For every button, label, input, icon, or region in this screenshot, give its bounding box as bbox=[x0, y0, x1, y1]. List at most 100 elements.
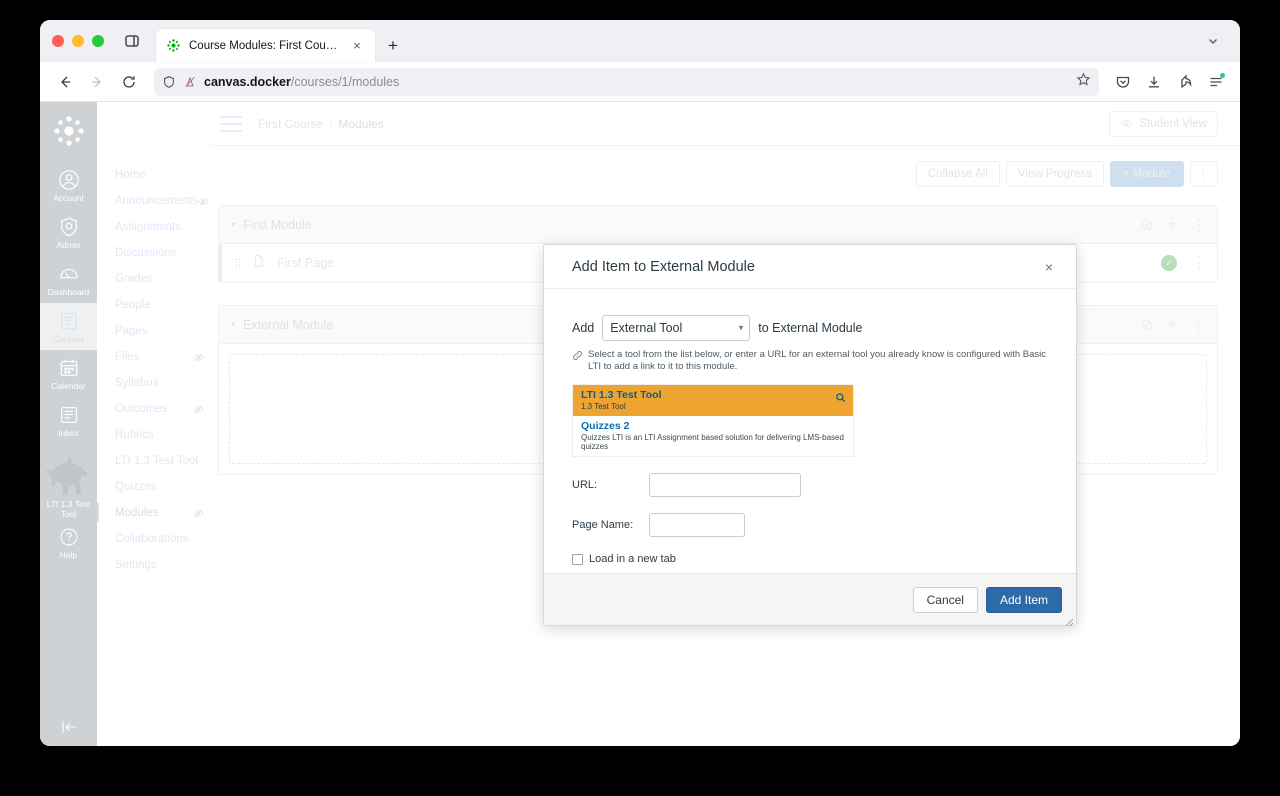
course-nav-item-lti-test-tool[interactable]: LTI 1.3 Test Tool bbox=[115, 448, 210, 474]
main-content: First Course › Modules Student View Coll… bbox=[210, 102, 1240, 746]
no-script-icon[interactable] bbox=[183, 75, 197, 89]
course-nav-item-assignments[interactable]: Assignments bbox=[115, 214, 210, 240]
close-window-button[interactable] bbox=[52, 35, 64, 47]
app-menu-icon[interactable] bbox=[1202, 68, 1230, 96]
reload-button[interactable] bbox=[114, 67, 144, 97]
sidebar-item-dashboard[interactable]: Dashboard bbox=[40, 256, 97, 303]
maximize-window-button[interactable] bbox=[92, 35, 104, 47]
pocket-icon[interactable] bbox=[1109, 68, 1137, 96]
sidebar-item-label: Courses bbox=[53, 334, 85, 344]
add-type-select[interactable]: External Tool ▾ bbox=[602, 315, 750, 341]
course-navigation: Home Announcements Assignments Discussio… bbox=[97, 102, 210, 746]
sidebar-item-lti-brand[interactable]: LTI 1.3 Test Tool bbox=[40, 450, 97, 519]
sidebar-item-label: Admin bbox=[56, 240, 80, 250]
course-nav-label: People bbox=[115, 299, 151, 311]
add-type-row: Add External Tool ▾ to External Module bbox=[572, 315, 1048, 341]
browser-tab-title: Course Modules: First Course bbox=[189, 40, 339, 52]
course-nav-label: Announcements bbox=[115, 195, 198, 207]
course-nav-label: Collaborations bbox=[115, 533, 189, 545]
chevron-down-icon: ▾ bbox=[739, 323, 744, 334]
back-button[interactable] bbox=[50, 67, 80, 97]
unicorn-icon bbox=[43, 450, 95, 498]
course-nav-item-collaborations[interactable]: Collaborations bbox=[115, 526, 210, 552]
bookmark-star-icon[interactable] bbox=[1076, 72, 1091, 92]
downloads-icon[interactable] bbox=[1140, 68, 1168, 96]
close-icon[interactable]: × bbox=[1038, 256, 1060, 278]
resize-grip-icon[interactable] bbox=[1065, 614, 1074, 623]
sidebar-item-inbox[interactable]: Inbox bbox=[40, 397, 97, 444]
course-nav-label: Discussions bbox=[115, 247, 176, 259]
course-nav-label: Modules bbox=[115, 507, 158, 519]
tool-list-item[interactable]: LTI 1.3 Test Tool 1.3 Test Tool bbox=[573, 385, 853, 416]
course-nav-item-syllabus[interactable]: Syllabus bbox=[115, 370, 210, 396]
minimize-window-button[interactable] bbox=[72, 35, 84, 47]
browser-window: Course Modules: First Course × + bbox=[40, 20, 1240, 746]
chevron-down-icon[interactable] bbox=[1200, 29, 1226, 53]
forward-button[interactable] bbox=[82, 67, 112, 97]
sidebar-item-calendar[interactable]: Calendar bbox=[40, 350, 97, 397]
hidden-eye-icon bbox=[193, 508, 204, 519]
course-nav-item-announcements[interactable]: Announcements bbox=[115, 188, 210, 214]
course-nav-label: LTI 1.3 Test Tool bbox=[115, 455, 198, 467]
course-nav-item-discussions[interactable]: Discussions bbox=[115, 240, 210, 266]
browser-toolbar-icons bbox=[1109, 68, 1230, 96]
course-nav-item-rubrics[interactable]: Rubrics bbox=[115, 422, 210, 448]
course-nav-item-modules[interactable]: Modules bbox=[115, 500, 210, 526]
sidebar-item-label: Inbox bbox=[58, 428, 79, 438]
course-nav-item-pages[interactable]: Pages bbox=[115, 318, 210, 344]
tool-name: Quizzes 2 bbox=[581, 420, 845, 432]
sidebar-item-courses[interactable]: Courses bbox=[40, 303, 97, 350]
add-prefix-label: Add bbox=[572, 321, 594, 335]
magnifier-icon[interactable] bbox=[835, 390, 846, 408]
sidebar-item-admin[interactable]: Admin bbox=[40, 209, 97, 256]
new-tab-button[interactable]: + bbox=[383, 35, 403, 55]
canvas-page: Account Admin Dashboard Courses bbox=[40, 102, 1240, 746]
course-nav-item-quizzes[interactable]: Quizzes bbox=[115, 474, 210, 500]
add-type-value: External Tool bbox=[610, 321, 682, 335]
close-tab-button[interactable]: × bbox=[347, 36, 367, 56]
hidden-eye-icon bbox=[193, 352, 204, 363]
course-nav-item-people[interactable]: People bbox=[115, 292, 210, 318]
course-nav-item-files[interactable]: Files bbox=[115, 344, 210, 370]
course-nav-item-outcomes[interactable]: Outcomes bbox=[115, 396, 210, 422]
course-nav-label: Pages bbox=[115, 325, 148, 337]
dialog-body: Add External Tool ▾ to External Module bbox=[544, 289, 1076, 573]
global-navigation: Account Admin Dashboard Courses bbox=[40, 102, 97, 746]
course-nav-item-grades[interactable]: Grades bbox=[115, 266, 210, 292]
canvas-logo[interactable] bbox=[52, 114, 86, 148]
course-nav-label: Home bbox=[115, 169, 146, 181]
shield-icon bbox=[56, 214, 81, 239]
course-nav-label: Settings bbox=[115, 559, 157, 571]
search-input[interactable]: canvas.docker/courses/1/modules bbox=[154, 68, 1099, 96]
tool-list-item[interactable]: Quizzes 2 Quizzes LTI is an LTI Assignme… bbox=[573, 416, 853, 456]
new-tab-row[interactable]: Load in a new tab bbox=[572, 553, 1048, 565]
course-nav-label: Outcomes bbox=[115, 403, 167, 415]
url-label: URL: bbox=[572, 479, 649, 491]
page-name-input[interactable] bbox=[649, 513, 745, 537]
load-in-new-tab-checkbox[interactable] bbox=[572, 554, 583, 565]
url-field-row: URL: bbox=[572, 473, 1048, 497]
course-nav-item-home[interactable]: Home bbox=[115, 162, 210, 188]
page-name-field-row: Page Name: bbox=[572, 513, 1048, 537]
question-circle-icon bbox=[56, 524, 81, 549]
modal-overlay: Add Item to External Module × Add Extern… bbox=[210, 102, 1240, 746]
collapse-nav-icon[interactable] bbox=[40, 708, 97, 746]
course-nav-label: Files bbox=[115, 351, 139, 363]
tracking-protection-icon[interactable] bbox=[162, 75, 176, 89]
sidebar-icon[interactable] bbox=[118, 27, 146, 55]
window-controls bbox=[52, 20, 118, 62]
sidebar-item-help[interactable]: Help bbox=[40, 519, 97, 566]
url-input[interactable] bbox=[649, 473, 801, 497]
browser-tab-strip: Course Modules: First Course × + bbox=[40, 20, 1240, 62]
course-nav-item-settings[interactable]: Settings bbox=[115, 552, 210, 578]
external-tool-list: LTI 1.3 Test Tool 1.3 Test Tool Quizzes … bbox=[572, 384, 854, 457]
tool-name: LTI 1.3 Test Tool bbox=[581, 389, 845, 401]
share-icon[interactable] bbox=[1171, 68, 1199, 96]
canvas-logo-icon bbox=[166, 38, 181, 53]
sidebar-item-account[interactable]: Account bbox=[40, 162, 97, 209]
browser-tab[interactable]: Course Modules: First Course × bbox=[156, 29, 375, 62]
add-item-button[interactable]: Add Item bbox=[986, 587, 1062, 613]
update-badge bbox=[1220, 73, 1225, 78]
external-tool-hint: Select a tool from the list below, or en… bbox=[572, 349, 1048, 373]
cancel-button[interactable]: Cancel bbox=[913, 587, 978, 613]
